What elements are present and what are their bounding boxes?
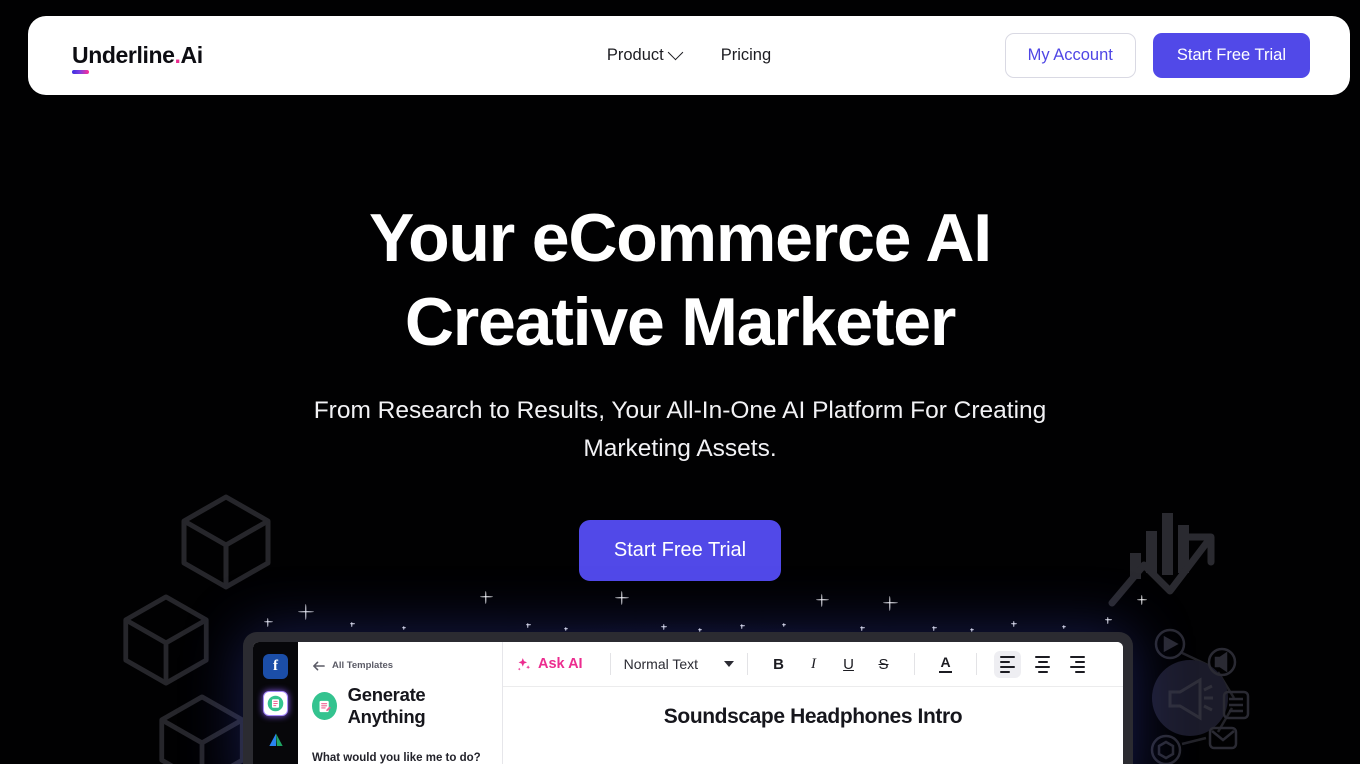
hero-section: Your eCommerce AI Creative Marketer From… <box>0 196 1360 581</box>
page-title: Your eCommerce AI Creative Marketer <box>0 196 1360 364</box>
sparkle-icon <box>480 591 493 604</box>
text-style-value: Normal Text <box>623 656 699 672</box>
ask-ai-label: Ask AI <box>538 656 583 672</box>
template-header: Generate Anything <box>312 684 488 728</box>
app-editor-panel: Ask AI Normal Text B I U S A Soundscape … <box>503 642 1123 764</box>
align-right-button[interactable] <box>1064 651 1091 678</box>
header-start-free-trial-button[interactable]: Start Free Trial <box>1152 33 1310 78</box>
text-color-button[interactable]: A <box>932 651 959 678</box>
italic-button[interactable]: I <box>800 651 827 678</box>
hero-title-line-2: Creative Marketer <box>404 284 957 360</box>
text-style-select[interactable]: Normal Text <box>623 656 735 672</box>
document-heading: Soundscape Headphones Intro <box>663 705 963 728</box>
toolbar-divider <box>976 653 978 675</box>
editor-toolbar: Ask AI Normal Text B I U S A <box>503 642 1123 687</box>
sparkle-icon <box>860 626 865 631</box>
arrow-left-icon <box>313 660 325 671</box>
toolbar-divider <box>914 653 916 675</box>
cube-wireframe-icon <box>156 692 248 764</box>
bold-button[interactable]: B <box>765 651 792 678</box>
text-color-icon: A <box>939 653 953 674</box>
sparkle-icon <box>1137 595 1147 605</box>
sparkle-icon <box>526 623 531 628</box>
nav-item-pricing[interactable]: Pricing <box>721 46 771 65</box>
sparkle-icon <box>402 626 406 630</box>
all-templates-label: All Templates <box>332 660 394 671</box>
text-color-bar <box>939 670 953 674</box>
sparkle-icon <box>517 657 531 671</box>
sparkle-icon <box>782 623 786 627</box>
toolbar-divider <box>609 653 611 675</box>
all-templates-back-link[interactable]: All Templates <box>312 660 488 671</box>
align-left-icon <box>1000 655 1016 673</box>
facebook-icon[interactable]: f <box>263 654 288 679</box>
toolbar-divider <box>747 653 749 675</box>
google-drive-icon[interactable] <box>263 728 288 753</box>
nav-item-pricing-label: Pricing <box>720 46 772 64</box>
chevron-down-icon <box>667 44 683 61</box>
align-left-button[interactable] <box>994 650 1022 678</box>
sparkle-icon <box>740 624 745 629</box>
sparkle-icon <box>615 591 629 605</box>
nav-item-product-label: Product <box>606 46 664 64</box>
chevron-down-icon <box>724 661 735 667</box>
underline-button[interactable]: U <box>835 651 862 678</box>
hero-start-free-trial-button[interactable]: Start Free Trial <box>578 520 782 581</box>
facebook-glyph: f <box>273 658 278 674</box>
strikethrough-button[interactable]: S <box>870 651 897 678</box>
hero-subtitle: From Research to Results, Your All-In-On… <box>313 397 1047 462</box>
sparkle-icon <box>661 624 667 630</box>
sparkle-icon <box>883 596 898 611</box>
ask-ai-button[interactable]: Ask AI <box>515 656 597 673</box>
prompt-label: What would you like me to do? <box>312 752 481 764</box>
sparkle-icon <box>816 594 829 607</box>
cube-wireframe-icon <box>120 592 212 693</box>
sparkle-icon <box>1011 621 1017 627</box>
sparkle-icon <box>564 627 568 631</box>
sparkle-icon <box>932 626 937 631</box>
landing-page: U nderline. Ai Product Pricing My Account… <box>0 0 1360 764</box>
sparkle-icon <box>1105 617 1112 624</box>
sparkle-icon <box>1062 625 1066 629</box>
site-header: U nderline. Ai Product Pricing My Account… <box>28 16 1350 95</box>
app-icon[interactable] <box>263 691 288 716</box>
app-sidebar-rail: f <box>253 642 298 764</box>
sparkle-icon <box>264 618 273 627</box>
app-mockup-screen: f All Templates Generate Anything What w… <box>253 642 1123 764</box>
text-color-letter: A <box>940 653 951 670</box>
app-template-panel: All Templates Generate Anything What wou… <box>298 642 503 764</box>
my-account-button[interactable]: My Account <box>1004 33 1136 78</box>
generate-anything-icon <box>312 692 337 720</box>
sparkle-icon <box>298 604 314 620</box>
sparkle-icon <box>350 622 355 627</box>
align-center-button[interactable] <box>1029 651 1056 678</box>
nav-item-product[interactable]: Product <box>606 44 683 65</box>
megaphone-network-icon <box>1148 628 1268 764</box>
logo-underline-accent <box>72 70 89 74</box>
align-center-icon <box>1035 655 1051 673</box>
header-actions: My Account Start Free Trial <box>1004 33 1310 78</box>
template-title: Generate Anything <box>347 684 426 727</box>
app-mockup-device: f All Templates Generate Anything What w… <box>243 632 1133 764</box>
hero-title-line-1: Your eCommerce AI <box>368 200 992 276</box>
align-right-icon <box>1070 655 1086 673</box>
document-body[interactable]: Soundscape Headphones Intro <box>503 687 1123 764</box>
